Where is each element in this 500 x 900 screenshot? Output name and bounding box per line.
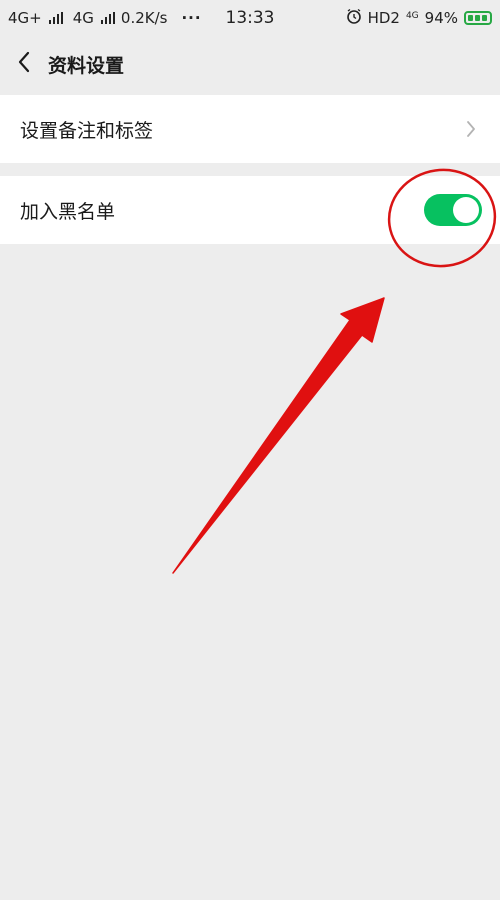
network-speed: 0.2K/s bbox=[120, 9, 168, 27]
network-type-1: 4G+ bbox=[8, 9, 42, 27]
signal-icon-2 bbox=[100, 12, 115, 24]
page-title: 资料设置 bbox=[48, 54, 125, 77]
chevron-left-icon bbox=[17, 51, 31, 77]
blacklist-label: 加入黑名单 bbox=[20, 200, 116, 223]
status-bar: 4G+ 4G 0.2K/s ··· 13:33 HD2 4G 94% bbox=[0, 0, 500, 36]
blacklist-toggle[interactable] bbox=[424, 194, 482, 226]
screen: 4G+ 4G 0.2K/s ··· 13:33 HD2 4G 94% 资料设置 … bbox=[0, 0, 500, 900]
network-type-2: 4G bbox=[72, 9, 94, 27]
back-button[interactable] bbox=[0, 36, 48, 92]
title-bar: 资料设置 bbox=[0, 36, 500, 92]
remark-and-tags-row[interactable]: 设置备注和标签 bbox=[0, 95, 500, 163]
toggle-knob bbox=[453, 197, 479, 223]
annotation-arrow-icon bbox=[172, 297, 385, 574]
battery-percent: 94% bbox=[424, 9, 458, 27]
blacklist-row: 加入黑名单 bbox=[0, 176, 500, 244]
status-left: 4G+ 4G 0.2K/s ··· bbox=[8, 9, 202, 27]
remark-and-tags-label: 设置备注和标签 bbox=[20, 119, 154, 142]
hd-indicator: HD2 bbox=[367, 9, 400, 27]
signal-icon bbox=[48, 12, 63, 24]
chevron-right-icon bbox=[466, 120, 480, 138]
alarm-icon bbox=[346, 8, 362, 28]
network-type-3: 4G bbox=[405, 10, 419, 21]
battery-icon bbox=[464, 11, 492, 25]
status-right: HD2 4G 94% bbox=[346, 8, 492, 28]
more-notifications-icon: ··· bbox=[181, 9, 202, 27]
